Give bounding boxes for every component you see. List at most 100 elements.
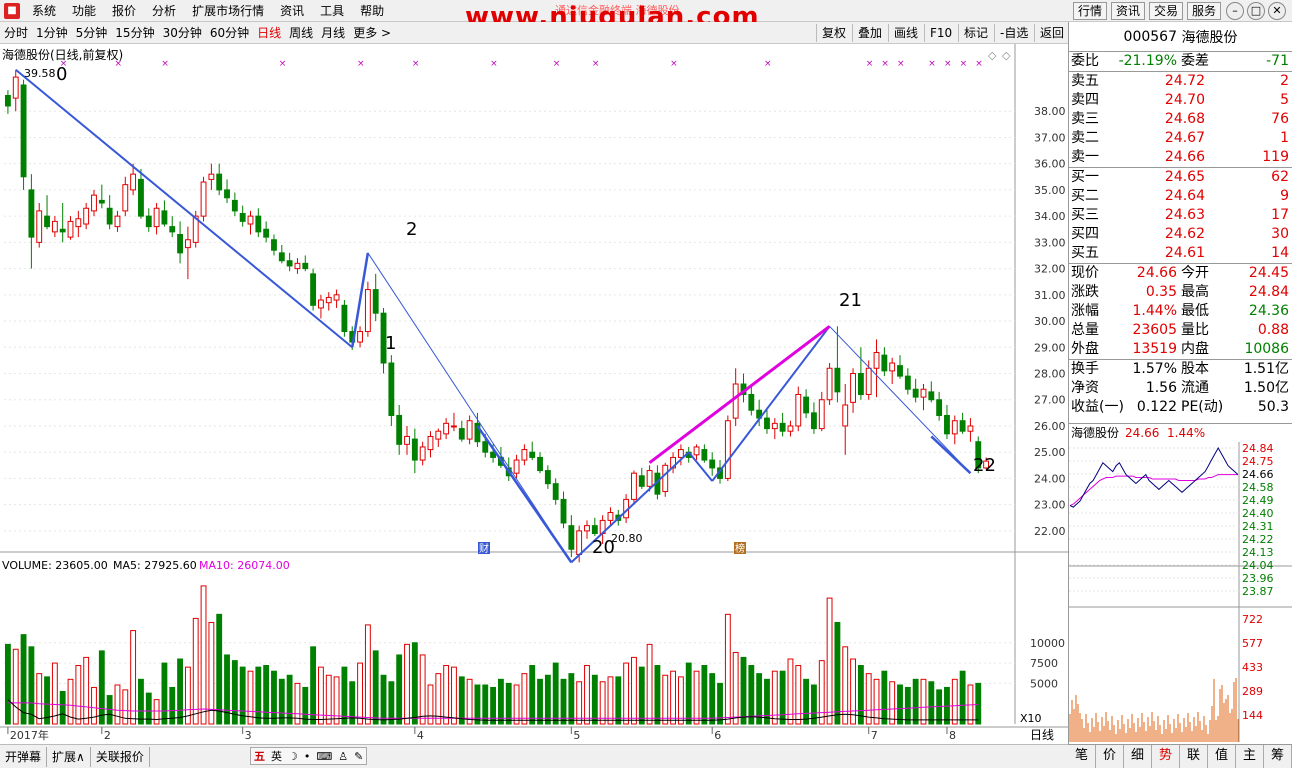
stat-row: 外盘 13519 内盘 10086: [1069, 340, 1292, 359]
intraday-mini-chart[interactable]: 24.8424.7524.6624.5824.4924.4024.3124.22…: [1069, 442, 1292, 743]
volume-bar: [325, 674, 332, 725]
toolbar-f10[interactable]: F10: [924, 24, 957, 42]
keyboard-icon: ⌨: [316, 749, 333, 763]
candle: [247, 215, 254, 225]
volume-bar: [51, 662, 58, 725]
toolbar-overlay[interactable]: 叠加: [852, 24, 887, 42]
menu-system[interactable]: 系统: [24, 0, 64, 22]
candle: [779, 422, 786, 432]
volume-bar: [591, 674, 598, 725]
sell-level-label: 卖五: [1071, 73, 1099, 89]
candle: [216, 173, 223, 191]
y-tick: 35.00: [1034, 184, 1066, 197]
volume-bar: [91, 686, 97, 725]
menu-quote[interactable]: 报价: [104, 0, 144, 22]
x-label: 6: [714, 729, 721, 742]
stat-row: 涨跌 0.35 最高 24.84: [1069, 283, 1292, 302]
period-1min[interactable]: 1分钟: [32, 22, 72, 44]
detail-tab[interactable]: 主: [1236, 745, 1264, 768]
period-monthly[interactable]: 月线: [317, 22, 349, 44]
mini-vol-tick: 289: [1242, 685, 1263, 698]
top-button-info[interactable]: 资讯: [1111, 2, 1146, 20]
toolbar-mark[interactable]: 标记: [958, 24, 993, 42]
candle: [787, 425, 794, 432]
stat-l2: 最高: [1181, 284, 1209, 300]
volume-bar: [889, 681, 896, 725]
y-tick: 26.00: [1034, 420, 1066, 433]
menu-ext-market[interactable]: 扩展市场行情: [184, 0, 272, 22]
person-icon: ♙: [338, 749, 349, 763]
period-daily[interactable]: 日线: [253, 22, 285, 44]
period-15min[interactable]: 15分钟: [111, 22, 158, 44]
sell-level-price: 24.68: [1164, 111, 1205, 127]
detail-tab[interactable]: 联: [1180, 745, 1208, 768]
x-label: 2: [104, 729, 111, 742]
restore-icon[interactable]: □: [1247, 2, 1265, 20]
related-quote-button[interactable]: 关联报价: [91, 746, 150, 767]
period-intraday[interactable]: 分时: [0, 22, 32, 44]
menu-function[interactable]: 功能: [64, 0, 104, 22]
ime-tray[interactable]: 五 英 ☽ • ⌨ ♙ ✎: [250, 747, 368, 765]
candle: [419, 446, 426, 461]
period-60min[interactable]: 60分钟: [206, 22, 253, 44]
minimize-icon[interactable]: –: [1226, 2, 1244, 20]
volume-bar: [677, 676, 684, 725]
volume-unit: X10: [1020, 712, 1042, 725]
close-icon[interactable]: ✕: [1268, 2, 1286, 20]
volume-bar: [544, 674, 551, 725]
ime-logo-icon: 五: [254, 750, 265, 763]
stock-name: 海德股份: [1181, 29, 1238, 46]
period-weekly[interactable]: 周线: [285, 22, 317, 44]
extend-button[interactable]: 扩展∧: [47, 746, 91, 767]
detail-tab[interactable]: 势: [1152, 745, 1180, 768]
stat-v1: 1.57%: [1132, 361, 1177, 377]
collapse-icon[interactable]: ◇: [988, 49, 997, 62]
ime-mode[interactable]: 英: [271, 748, 282, 764]
top-button-trade[interactable]: 交易: [1149, 2, 1184, 20]
menu-tools[interactable]: 工具: [312, 0, 352, 22]
expand-icon[interactable]: ◇: [1002, 49, 1011, 62]
stat-l1: 总量: [1071, 322, 1099, 338]
top-button-service[interactable]: 服务: [1187, 2, 1222, 20]
detail-tab[interactable]: 价: [1096, 745, 1124, 768]
detail-tab[interactable]: 细: [1124, 745, 1152, 768]
stat-v2: 24.45: [1248, 265, 1289, 281]
stat-row: 涨幅 1.44% 最低 24.36: [1069, 302, 1292, 321]
toolbar-restore-rights[interactable]: 复权: [816, 24, 851, 42]
stat-v1: 24.66: [1136, 265, 1177, 281]
tool-icon: ✎: [354, 749, 364, 763]
period-more[interactable]: 更多 >: [349, 22, 395, 44]
top-button-market[interactable]: 行情: [1073, 2, 1108, 20]
stat-l2: 流通: [1181, 380, 1209, 396]
candle: [91, 194, 97, 212]
buy-level: 买五 24.61 14: [1069, 244, 1292, 263]
candle: [584, 525, 590, 532]
menu-help[interactable]: 帮助: [352, 0, 392, 22]
detail-tab[interactable]: 笔: [1068, 745, 1096, 768]
stat-v1: 1.44%: [1132, 303, 1177, 319]
menu-analysis[interactable]: 分析: [144, 0, 184, 22]
menu-info[interactable]: 资讯: [272, 0, 312, 22]
buy-level-volume: 30: [1271, 226, 1289, 242]
y-tick: 34.00: [1034, 210, 1066, 223]
danmaku-button[interactable]: 开弹幕: [0, 746, 48, 767]
toolbar-back[interactable]: 返回: [1034, 24, 1069, 42]
candle: [20, 84, 27, 178]
detail-tab[interactable]: 值: [1208, 745, 1236, 768]
chart-area[interactable]: 38.00 37.00 36.00 35.00 34.00 33.00 32.00 31.00…: [0, 44, 1068, 744]
period-30min[interactable]: 30分钟: [159, 22, 206, 44]
kline-chart[interactable]: 38.00 37.00 36.00 35.00 34.00 33.00 32.00 31.00…: [0, 44, 1068, 744]
detail-tab[interactable]: 筹: [1264, 745, 1292, 768]
toolbar-watchlist[interactable]: -自选: [994, 24, 1033, 42]
period-5min[interactable]: 5分钟: [72, 22, 112, 44]
volume-bar: [803, 678, 810, 725]
toolbar-draw[interactable]: 画线: [888, 24, 923, 42]
buy-level: 买三 24.63 17: [1069, 206, 1292, 225]
volume-bar: [818, 660, 825, 725]
volume-bar: [286, 674, 293, 725]
volume-bar: [607, 676, 614, 725]
volume-bar: [975, 682, 982, 725]
y-tick: 25.00: [1034, 446, 1066, 459]
candle: [920, 388, 927, 398]
volume-bar: [12, 648, 19, 725]
